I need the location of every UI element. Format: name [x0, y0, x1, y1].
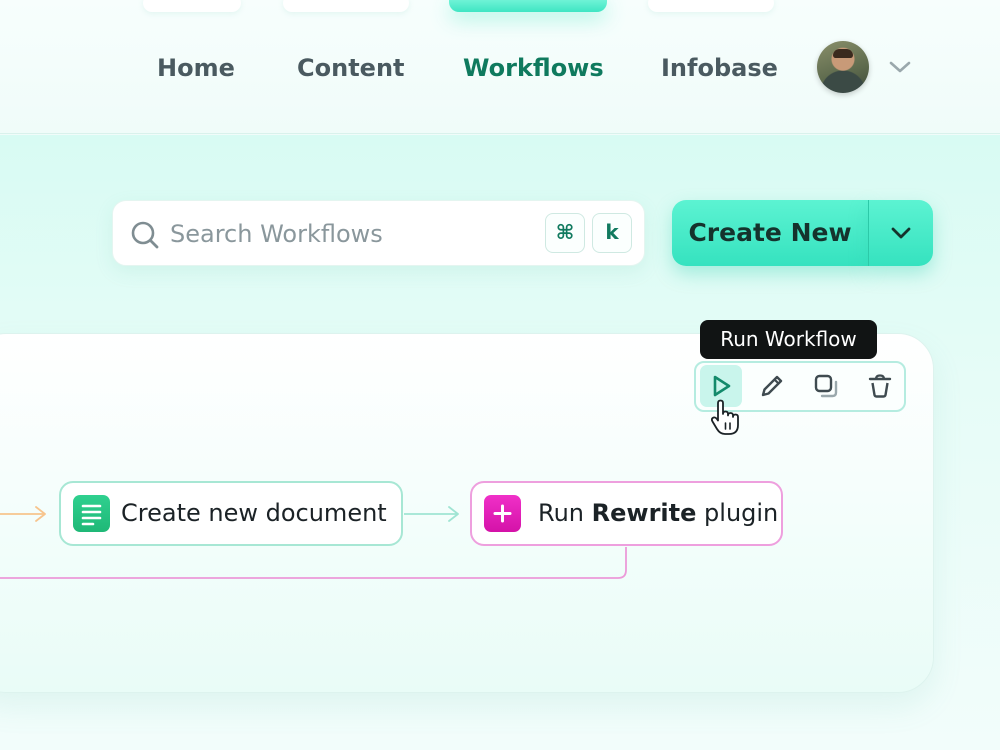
nav-item-workflows[interactable]: Workflows: [463, 50, 604, 86]
nav-decoration: [143, 0, 241, 12]
play-icon: [713, 375, 731, 397]
chevron-down-icon: [889, 61, 911, 73]
shortcut-key-k: k: [592, 213, 632, 253]
node-label-suffix: plugin: [696, 499, 779, 527]
shortcut-key-cmd: ⌘: [545, 213, 585, 253]
trash-icon: [868, 374, 892, 398]
pencil-icon: [761, 375, 783, 397]
duplicate-workflow-button[interactable]: [805, 365, 847, 407]
workflow-node-rewrite-plugin[interactable]: Run Rewrite plugin: [470, 481, 783, 546]
workflow-node-create-document[interactable]: Create new document: [59, 481, 403, 546]
create-new-button[interactable]: Create New: [672, 200, 868, 266]
node-label: Run Rewrite plugin: [538, 483, 778, 544]
delete-workflow-button[interactable]: [859, 365, 901, 407]
node-label-plugin-name: Rewrite: [591, 499, 697, 527]
nav-decoration: [283, 0, 409, 12]
avatar-hair: [833, 49, 853, 58]
nav-decoration: [648, 0, 774, 12]
active-tab-indicator: [449, 0, 607, 12]
nav-item-content[interactable]: Content: [297, 50, 405, 86]
run-workflow-tooltip: Run Workflow: [700, 320, 877, 359]
user-avatar[interactable]: [817, 41, 869, 93]
document-icon: [73, 495, 110, 532]
node-label-prefix: Run: [538, 499, 592, 527]
plus-icon: [484, 495, 521, 532]
chevron-down-icon: [891, 227, 911, 239]
node-label: Create new document: [121, 499, 387, 527]
nav-item-infobase[interactable]: Infobase: [661, 50, 778, 86]
create-new-dropdown-button[interactable]: [868, 200, 933, 266]
edit-workflow-button[interactable]: [751, 365, 793, 407]
copy-icon: [814, 374, 838, 398]
account-menu-button[interactable]: [887, 56, 913, 78]
search-input[interactable]: [170, 216, 530, 252]
hand-cursor-icon: [708, 399, 742, 437]
search-icon: [130, 220, 160, 250]
nav-item-home[interactable]: Home: [157, 50, 235, 86]
